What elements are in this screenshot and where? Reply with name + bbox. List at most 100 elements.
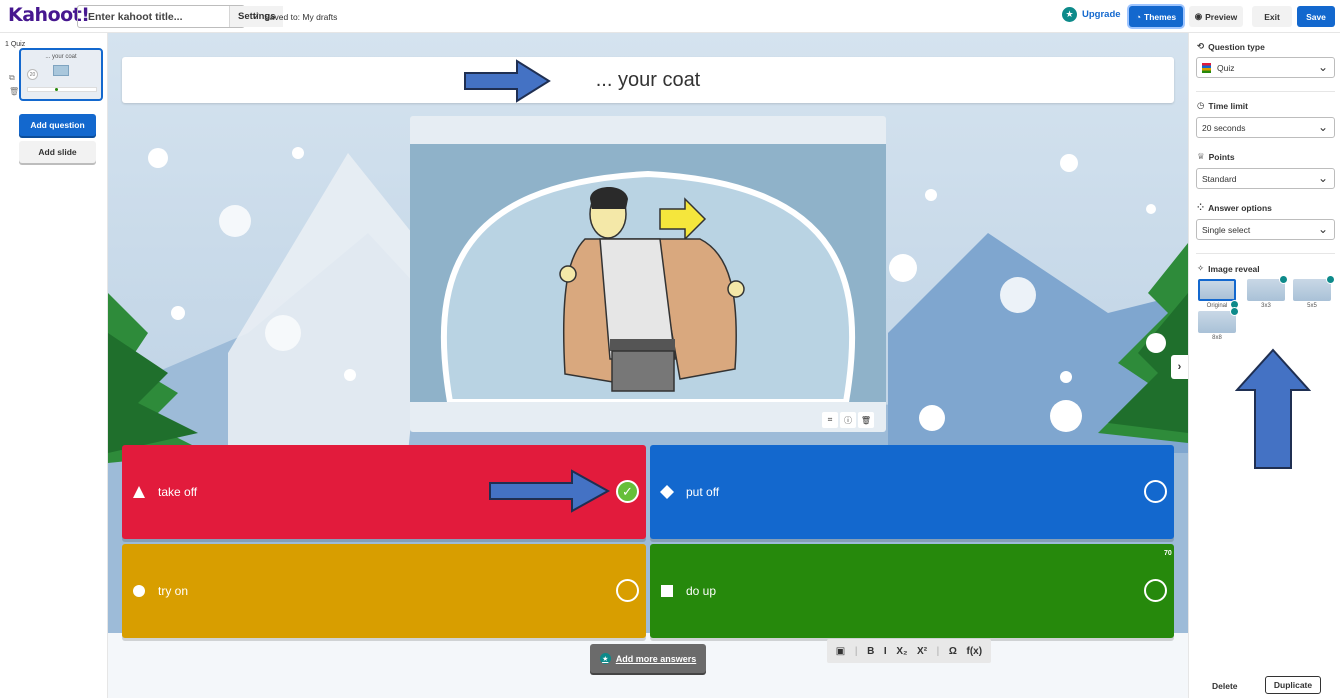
saved-status: ✓ Saved to: My drafts	[253, 11, 337, 22]
superscript-button[interactable]: X²	[917, 646, 927, 657]
upgrade-link[interactable]: ★ Upgrade	[1062, 7, 1121, 22]
question-type-icon: ⟲	[1197, 41, 1205, 51]
annotation-arrow-title	[464, 59, 551, 103]
info-icon[interactable]: ⓘ	[840, 412, 856, 428]
palette-icon: ◔	[1135, 11, 1141, 22]
quiz-type-icon	[1202, 62, 1211, 73]
reveal-caption-8x8: 8x8	[1212, 335, 1222, 341]
question-type-value: Quiz	[1217, 62, 1235, 73]
image-reveal-label: Image reveal	[1208, 263, 1260, 274]
kahoot-title-input[interactable]	[78, 6, 229, 27]
question-image	[410, 144, 886, 402]
correct-toggle-3[interactable]	[616, 579, 639, 602]
italic-button[interactable]: I	[884, 646, 887, 657]
divider	[1196, 253, 1335, 254]
answer-1-text[interactable]: take off	[158, 485, 197, 499]
add-more-answers-label: Add more answers	[615, 653, 697, 664]
separator: |	[854, 645, 858, 657]
circle-icon	[133, 585, 145, 597]
duplicate-button[interactable]: Duplicate	[1265, 676, 1321, 694]
themes-button[interactable]: ◔ Themes	[1129, 6, 1183, 27]
thumb-image	[53, 65, 69, 76]
answer-3[interactable]: try on	[122, 544, 646, 638]
star-icon: ★	[1062, 7, 1077, 22]
triangle-icon	[133, 486, 145, 498]
trash-icon[interactable]: 🗑	[9, 85, 19, 99]
lock-icon	[1326, 275, 1335, 284]
question-type-select[interactable]: Quiz ⌄	[1196, 57, 1335, 78]
diamond-icon	[660, 485, 674, 499]
preview-button[interactable]: ◉ Preview	[1189, 6, 1243, 27]
bold-button[interactable]: B	[867, 646, 874, 657]
thumb-timer: 20	[27, 69, 38, 80]
separator: |	[936, 645, 940, 657]
format-toolbar: ▣ | B I X₂ X² | Ω f(x)	[827, 639, 991, 663]
time-limit-heading: ◷ Time limit	[1197, 100, 1248, 111]
exit-button[interactable]: Exit	[1252, 6, 1292, 27]
points-label: Points	[1208, 151, 1235, 162]
divider	[1196, 91, 1335, 92]
thumb-answers	[27, 87, 97, 92]
saved-status-text: Saved to: My drafts	[264, 11, 338, 22]
slide-number-label: 1 Quiz	[5, 41, 26, 48]
save-button[interactable]: Save	[1297, 6, 1335, 27]
crop-icon[interactable]: ⌗	[822, 412, 838, 428]
reveal-caption-3x3: 3x3	[1261, 303, 1271, 309]
slide-list-sidebar: 1 Quiz ⧉ 🗑 ... your coat 20 Add question…	[0, 33, 108, 698]
question-type-label: Question type	[1208, 41, 1265, 52]
image-reveal-heading: ✧ Image reveal	[1197, 263, 1260, 274]
answer-options-select[interactable]: Single select ⌄	[1196, 219, 1335, 240]
answer-options-label: Answer options	[1208, 202, 1272, 213]
image-icon[interactable]: ▣	[836, 646, 845, 657]
question-title-box[interactable]: ... your coat	[122, 57, 1174, 103]
add-slide-button[interactable]: Add slide	[19, 141, 96, 163]
time-limit-value: 20 seconds	[1202, 122, 1246, 133]
equation-button[interactable]: f(x)	[967, 646, 983, 657]
add-question-button[interactable]: Add question	[19, 114, 96, 136]
time-limit-select[interactable]: 20 seconds ⌄	[1196, 117, 1335, 138]
character-counter: 70	[1164, 550, 1172, 557]
reveal-option-original[interactable]	[1198, 279, 1236, 301]
chevron-down-icon: ⌄	[1317, 120, 1328, 134]
question-media[interactable]: ⌗ ⓘ 🗑	[410, 116, 886, 432]
answer-options-value: Single select	[1202, 224, 1251, 235]
checkmark-icon: ✓	[622, 483, 633, 499]
answer-3-text[interactable]: try on	[158, 584, 188, 598]
answer-2[interactable]: put off	[650, 445, 1174, 539]
question-text[interactable]: ... your coat	[596, 69, 701, 92]
thumb-title: ... your coat	[45, 54, 77, 60]
slide-thumbnail[interactable]: ... your coat 20	[19, 48, 103, 101]
points-select[interactable]: Standard ⌄	[1196, 168, 1335, 189]
delete-button[interactable]: Delete	[1212, 681, 1238, 691]
add-more-answers-button[interactable]: ★ Add more answers	[590, 644, 706, 673]
chevron-right-icon[interactable]: ›	[1171, 355, 1188, 379]
duplicate-icon[interactable]: ⧉	[9, 71, 19, 85]
square-icon	[661, 585, 673, 597]
answer-2-text[interactable]: put off	[686, 485, 719, 499]
subscript-button[interactable]: X₂	[896, 646, 907, 657]
themes-label: Themes	[1144, 11, 1177, 22]
answer-4-text[interactable]: do up	[686, 584, 716, 598]
chevron-down-icon: ⌄	[1317, 171, 1328, 185]
question-canvas: ... your coat ⌗ ⓘ 🗑 take off ✓ put off t…	[108, 33, 1188, 698]
title-field-group: Settings	[77, 5, 284, 28]
media-toolbar: ⌗ ⓘ 🗑	[822, 412, 874, 428]
points-value: Standard	[1202, 173, 1237, 184]
thumb-correct-dot	[55, 88, 58, 91]
clock-icon: ◷	[1197, 100, 1205, 110]
correct-toggle-4[interactable]	[1144, 579, 1167, 602]
upgrade-label: Upgrade	[1082, 9, 1121, 20]
trophy-icon: ♕	[1197, 151, 1205, 161]
answer-4[interactable]: do up	[650, 544, 1174, 638]
reveal-option-5x5[interactable]	[1293, 279, 1331, 301]
points-heading: ♕ Points	[1197, 151, 1235, 162]
star-icon: ★	[599, 653, 611, 664]
correct-toggle-1[interactable]: ✓	[616, 480, 639, 503]
trash-icon[interactable]: 🗑	[858, 412, 874, 428]
question-type-heading: ⟲ Question type	[1197, 41, 1265, 52]
correct-toggle-2[interactable]	[1144, 480, 1167, 503]
check-icon: ✓	[253, 11, 261, 21]
time-limit-label: Time limit	[1208, 100, 1248, 111]
grid-icon: ⁘	[1197, 202, 1205, 212]
special-character-button[interactable]: Ω	[949, 646, 957, 657]
